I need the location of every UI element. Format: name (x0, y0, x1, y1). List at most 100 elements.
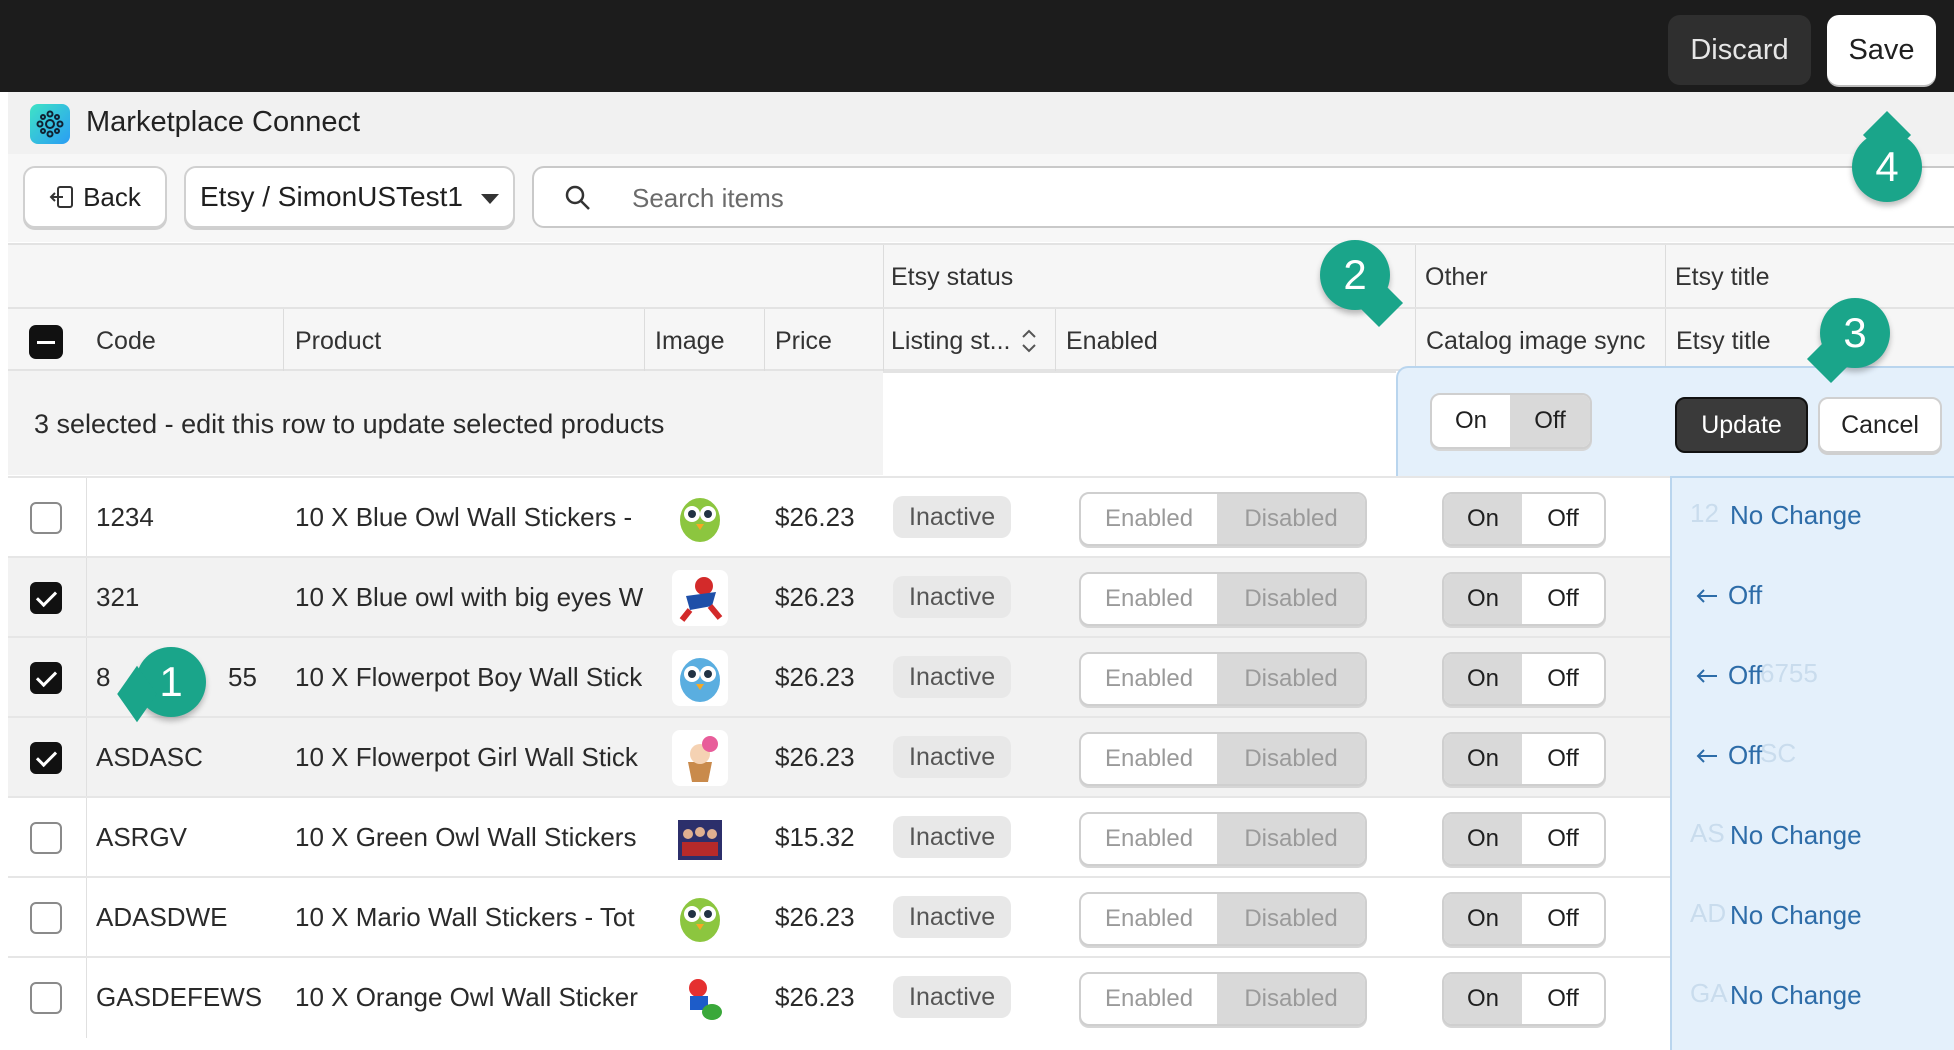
row-product: 10 X Green Owl Wall Stickers (295, 822, 637, 852)
col-code[interactable]: Code (96, 327, 156, 356)
status-badge: Inactive (893, 816, 1012, 858)
catalog-sync-toggle[interactable]: On Off (1442, 812, 1606, 866)
row-checkbox[interactable] (30, 902, 62, 934)
catalog-sync-toggle[interactable]: On Off (1442, 492, 1606, 546)
table-row[interactable]: ASRGV 10 X Green Owl Wall Stickers $15.32 I… (8, 796, 1670, 878)
etsy-title-cell[interactable]: Off (1670, 556, 1954, 636)
disabled-option[interactable]: Disabled (1217, 574, 1365, 624)
sync-on-option[interactable]: On (1444, 734, 1523, 784)
table-row[interactable]: 8 55 10 X Flowerpot Boy Wall Stick $26.23 In… (8, 636, 1670, 718)
sync-off-option[interactable]: Off (1522, 494, 1604, 544)
enabled-toggle[interactable]: Enabled Disabled (1079, 572, 1367, 626)
disabled-option[interactable]: Disabled (1217, 734, 1365, 784)
callout-2: 2 (1320, 240, 1390, 310)
table-row[interactable]: ADASDWE 10 X Mario Wall Stickers - Tot $26… (8, 876, 1670, 958)
back-arrow-icon (49, 186, 74, 208)
enabled-option[interactable]: Enabled (1081, 654, 1217, 704)
sync-on-option[interactable]: On (1444, 494, 1523, 544)
etsy-title-cell[interactable]: GA No Change (1670, 956, 1954, 1036)
store-selector[interactable]: Etsy / SimonUSTest1 (184, 166, 515, 228)
status-badge: Inactive (893, 656, 1012, 698)
etsy-title-cell[interactable]: 12 No Change (1670, 476, 1954, 556)
etsy-title-value: No Change (1730, 980, 1862, 1011)
disabled-option[interactable]: Disabled (1217, 974, 1365, 1024)
spiderman-thumbnail (672, 570, 728, 626)
row-checkbox[interactable] (30, 582, 62, 614)
bulk-sync-on[interactable]: On (1432, 395, 1510, 447)
etsy-title-cell[interactable]: AD No Change (1670, 876, 1954, 956)
update-button[interactable]: Update (1675, 397, 1808, 453)
etsy-title-label: No Change (1730, 820, 1862, 850)
callout-4: 4 (1852, 132, 1922, 202)
etsy-title-label: Off (1728, 740, 1763, 770)
sync-off-option[interactable]: Off (1522, 574, 1604, 624)
row-checkbox[interactable] (30, 982, 62, 1014)
etsy-title-cell[interactable]: 6755 Off (1670, 636, 1954, 716)
enabled-toggle[interactable]: Enabled Disabled (1079, 732, 1367, 786)
sort-icon[interactable] (1020, 327, 1038, 355)
enabled-toggle[interactable]: Enabled Disabled (1079, 652, 1367, 706)
search-box (532, 166, 1954, 228)
catalog-sync-toggle[interactable]: On Off (1442, 572, 1606, 626)
search-input[interactable] (632, 180, 1832, 216)
enabled-toggle[interactable]: Enabled Disabled (1079, 812, 1367, 866)
row-checkbox[interactable] (30, 822, 62, 854)
sync-on-option[interactable]: On (1444, 574, 1523, 624)
sync-off-option[interactable]: Off (1522, 654, 1604, 704)
sync-off-option[interactable]: Off (1522, 974, 1604, 1024)
row-price: $26.23 (775, 662, 855, 692)
disabled-option[interactable]: Disabled (1217, 494, 1365, 544)
app-header: Marketplace Connect (8, 92, 1954, 154)
cancel-button[interactable]: Cancel (1818, 397, 1942, 453)
save-button[interactable]: Save (1827, 15, 1936, 85)
enabled-toggle[interactable]: Enabled Disabled (1079, 892, 1367, 946)
back-button[interactable]: Back (23, 166, 167, 228)
top-action-bar: Discard Save (0, 0, 1954, 92)
enabled-option[interactable]: Enabled (1081, 974, 1217, 1024)
sync-off-option[interactable]: Off (1522, 734, 1604, 784)
disabled-option[interactable]: Disabled (1217, 654, 1365, 704)
catalog-sync-toggle[interactable]: On Off (1442, 892, 1606, 946)
row-price: $26.23 (775, 902, 855, 932)
catalog-sync-toggle[interactable]: On Off (1442, 652, 1606, 706)
discard-button[interactable]: Discard (1668, 15, 1811, 85)
bulk-sync-off[interactable]: Off (1510, 395, 1590, 447)
table-row[interactable]: 1234 10 X Blue Owl Wall Stickers - $26.23 I… (8, 476, 1670, 558)
row-product: 10 X Flowerpot Boy Wall Stick (295, 662, 643, 692)
enabled-option[interactable]: Enabled (1081, 574, 1217, 624)
etsy-title-cell[interactable]: SC Off (1670, 716, 1954, 796)
enabled-option[interactable]: Enabled (1081, 814, 1217, 864)
etsy-title-cell[interactable]: AS No Change (1670, 796, 1954, 876)
disabled-option[interactable]: Disabled (1217, 894, 1365, 944)
sync-on-option[interactable]: On (1444, 974, 1523, 1024)
sync-on-option[interactable]: On (1444, 894, 1523, 944)
bulk-edit-status-cells (883, 371, 1396, 475)
etsy-title-value: No Change (1730, 500, 1862, 531)
bulk-edit-message: 3 selected - edit this row to update sel… (34, 409, 665, 439)
row-checkbox[interactable] (30, 502, 62, 534)
col-product[interactable]: Product (295, 327, 381, 356)
enabled-toggle[interactable]: Enabled Disabled (1079, 492, 1367, 546)
enabled-option[interactable]: Enabled (1081, 734, 1217, 784)
sync-on-option[interactable]: On (1444, 654, 1523, 704)
catalog-sync-toggle[interactable]: On Off (1442, 732, 1606, 786)
col-listing-status[interactable]: Listing st... (891, 327, 1011, 356)
enabled-toggle[interactable]: Enabled Disabled (1079, 972, 1367, 1026)
select-all-checkbox[interactable] (29, 325, 63, 359)
disabled-option[interactable]: Disabled (1217, 814, 1365, 864)
sync-on-option[interactable]: On (1444, 814, 1523, 864)
row-checkbox[interactable] (30, 662, 62, 694)
row-checkbox[interactable] (30, 742, 62, 774)
sync-off-option[interactable]: Off (1522, 814, 1604, 864)
bulk-catalog-sync-toggle[interactable]: On Off (1430, 393, 1592, 449)
col-catalog-image-sync: Catalog image sync (1426, 327, 1646, 355)
etsy-title-label: No Change (1730, 500, 1862, 530)
catalog-sync-toggle[interactable]: On Off (1442, 972, 1606, 1026)
enabled-option[interactable]: Enabled (1081, 494, 1217, 544)
table-row[interactable]: ASDASC 10 X Flowerpot Girl Wall Stick $26.… (8, 716, 1670, 798)
table-row[interactable]: 321 10 X Blue owl with big eyes W $26.23 In… (8, 556, 1670, 638)
col-price[interactable]: Price (775, 327, 832, 356)
enabled-option[interactable]: Enabled (1081, 894, 1217, 944)
sync-off-option[interactable]: Off (1522, 894, 1604, 944)
table-row[interactable]: GASDEFEWS 10 X Orange Owl Wall Sticker $26… (8, 956, 1670, 1038)
